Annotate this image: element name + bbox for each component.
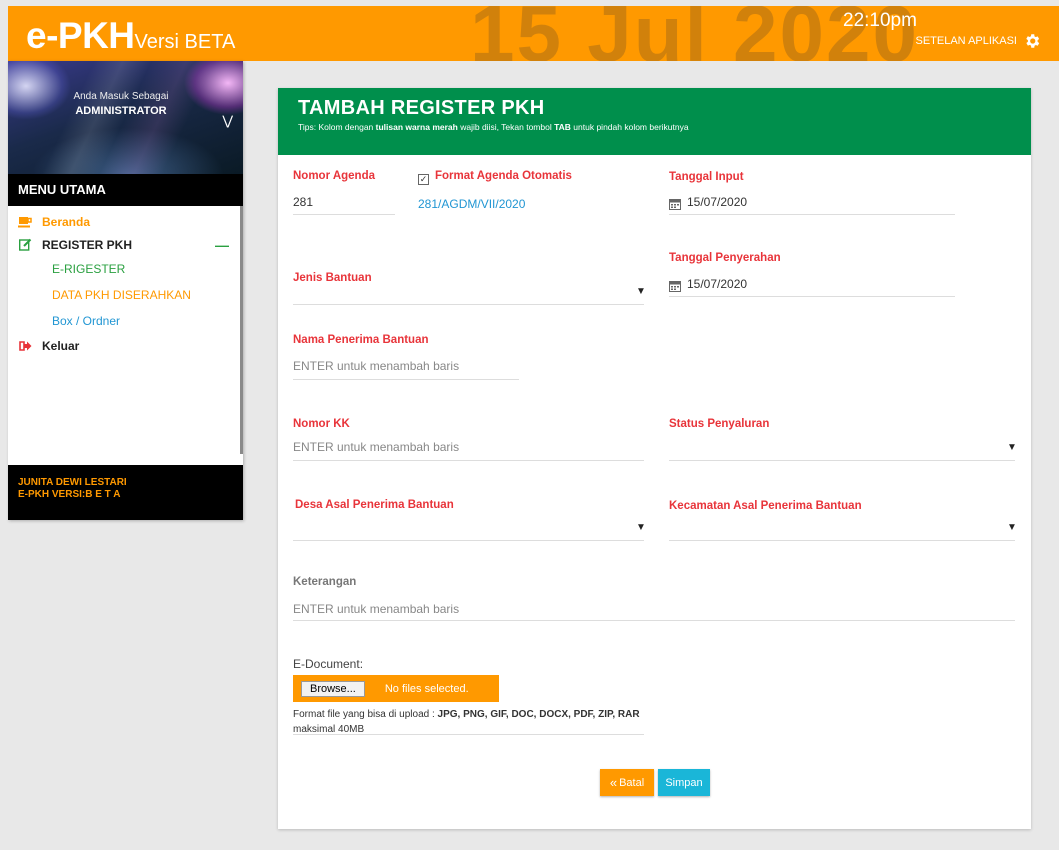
app-version: E-PKH VERSI:B E T A bbox=[18, 489, 121, 500]
format-otomatis-label: Format Agenda Otomatis bbox=[435, 170, 572, 182]
sidebar-item-beranda[interactable]: Beranda bbox=[8, 210, 243, 233]
form-title: TAMBAH REGISTER PKH bbox=[298, 97, 545, 119]
no-file-text: No files selected. bbox=[384, 682, 469, 695]
chevron-double-down-icon[interactable]: ⋁ bbox=[222, 113, 233, 129]
brand-sub: Versi BETA bbox=[134, 31, 236, 53]
nomor-kk-underline bbox=[293, 460, 644, 461]
calendar-icon bbox=[669, 281, 681, 292]
main-menu: Beranda REGISTER PKH — E-RIGESTER DATA P… bbox=[8, 206, 243, 464]
tanggal-penyerahan-underline bbox=[669, 296, 955, 297]
nomor-agenda-label: Nomor Agenda bbox=[293, 170, 375, 182]
format-text: Format file yang bisa di upload : bbox=[293, 709, 438, 720]
keterangan-input[interactable]: ENTER untuk menambah baris bbox=[293, 602, 459, 616]
tanggal-input-label: Tanggal Input bbox=[669, 171, 744, 183]
sign-out-icon bbox=[18, 339, 32, 353]
settings-button[interactable]: SETELAN APLIKASI bbox=[916, 32, 1042, 50]
tips-tab-key: TAB bbox=[554, 122, 571, 132]
nama-penerima-underline bbox=[293, 379, 519, 380]
tips-text: wajib diisi, Tekan tombol bbox=[457, 122, 555, 132]
batal-label: Batal bbox=[619, 776, 645, 789]
tanggal-penyerahan-field[interactable]: 15/07/2020 bbox=[687, 277, 747, 291]
format-otomatis-checkbox[interactable]: ✓ bbox=[418, 174, 429, 185]
settings-label: SETELAN APLIKASI bbox=[915, 35, 1018, 47]
sidebar-subitem-data-pkh-diserahkan[interactable]: DATA PKH DISERAHKAN bbox=[8, 282, 243, 308]
coffee-cup-icon bbox=[18, 215, 32, 229]
sidebar-scrollbar[interactable] bbox=[240, 206, 243, 454]
edocument-underline bbox=[293, 734, 644, 735]
tips-text: Tips: Kolom dengan bbox=[298, 122, 376, 132]
double-chevron-left-icon: « bbox=[609, 775, 618, 790]
nomor-kk-label: Nomor KK bbox=[293, 418, 350, 430]
desa-select[interactable] bbox=[293, 540, 644, 541]
top-bar: e-PKHVersi BETA 15 Jul 2020 22:10pm SETE… bbox=[8, 6, 1059, 61]
keterangan-underline bbox=[293, 620, 1015, 621]
file-upload[interactable]: Browse... No files selected. bbox=[293, 675, 499, 702]
file-format-info: Format file yang bisa di upload : JPG, P… bbox=[293, 707, 640, 737]
tips-text: untuk pindah kolom berikutnya bbox=[570, 122, 689, 132]
batal-button[interactable]: « Batal bbox=[600, 769, 654, 796]
kecamatan-label: Kecamatan Asal Penerima Bantuan bbox=[669, 500, 862, 512]
brand-main: e-PKH bbox=[26, 15, 135, 56]
tips-emphasis: tulisan warna merah bbox=[375, 122, 458, 132]
dropdown-caret-icon[interactable]: ▼ bbox=[636, 522, 646, 533]
format-otomatis-value: 281/AGDM/VII/2020 bbox=[418, 197, 526, 211]
sidebar-item-register-pkh[interactable]: REGISTER PKH — bbox=[8, 233, 243, 256]
nomor-kk-input[interactable]: ENTER untuk menambah baris bbox=[293, 440, 459, 454]
sidebar: Anda Masuk Sebagai ADMINISTRATOR ⋁ MENU … bbox=[8, 61, 243, 520]
tanggal-penyerahan-label: Tanggal Penyerahan bbox=[669, 252, 781, 264]
format-types: JPG, PNG, GIF, DOC, DOCX, PDF, ZIP, RAR bbox=[437, 709, 640, 720]
edit-icon bbox=[18, 238, 32, 252]
dropdown-caret-icon[interactable]: ▼ bbox=[1007, 522, 1017, 533]
form-tips: Tips: Kolom dengan tulisan warna merah w… bbox=[298, 122, 1011, 132]
profile-subtitle: Anda Masuk Sebagai bbox=[73, 91, 169, 102]
nama-penerima-input[interactable]: ENTER untuk menambah baris bbox=[293, 359, 459, 373]
jenis-bantuan-select[interactable] bbox=[293, 304, 644, 305]
profile-role: ADMINISTRATOR bbox=[75, 105, 167, 117]
sidebar-subitem-box-ordner[interactable]: Box / Ordner bbox=[8, 308, 243, 334]
sidebar-subitem-e-rigester[interactable]: E-RIGESTER bbox=[8, 256, 243, 282]
sidebar-item-label: Beranda bbox=[42, 214, 91, 229]
profile-banner: Anda Masuk Sebagai ADMINISTRATOR ⋁ bbox=[8, 61, 243, 174]
kecamatan-select[interactable] bbox=[669, 540, 1015, 541]
jenis-bantuan-label: Jenis Bantuan bbox=[293, 272, 372, 284]
header-clock: 22:10pm bbox=[843, 10, 917, 31]
nama-penerima-label: Nama Penerima Bantuan bbox=[293, 334, 429, 346]
nomor-agenda-underline bbox=[293, 214, 395, 215]
sidebar-item-label: Keluar bbox=[42, 338, 80, 353]
brand-logo[interactable]: e-PKHVersi BETA bbox=[26, 15, 235, 57]
collapse-icon[interactable]: — bbox=[215, 237, 229, 253]
desa-label: Desa Asal Penerima Bantuan bbox=[295, 499, 454, 511]
nomor-agenda-field[interactable]: 281 bbox=[293, 195, 313, 209]
banner-light bbox=[8, 61, 243, 174]
user-footer: JUNITA DEWI LESTARI E-PKH VERSI:B E T A bbox=[8, 465, 243, 520]
gear-icon bbox=[1026, 34, 1040, 48]
keterangan-label: Keterangan bbox=[293, 576, 357, 588]
status-penyaluran-select[interactable] bbox=[669, 460, 1015, 461]
dropdown-caret-icon[interactable]: ▼ bbox=[636, 286, 646, 297]
simpan-button[interactable]: Simpan bbox=[658, 769, 710, 796]
sidebar-item-keluar[interactable]: Keluar bbox=[8, 334, 243, 357]
tanggal-input-underline bbox=[669, 214, 955, 215]
status-penyaluran-label: Status Penyaluran bbox=[669, 418, 770, 430]
browse-button[interactable]: Browse... bbox=[301, 680, 365, 697]
tanggal-input-field[interactable]: 15/07/2020 bbox=[687, 195, 747, 209]
menu-title: MENU UTAMA bbox=[8, 174, 243, 206]
form-header: TAMBAH REGISTER PKH Tips: Kolom dengan t… bbox=[278, 88, 1031, 155]
edocument-label: E-Document: bbox=[293, 657, 364, 671]
sidebar-item-label: REGISTER PKH bbox=[42, 237, 133, 252]
dropdown-caret-icon[interactable]: ▼ bbox=[1007, 442, 1017, 453]
calendar-icon bbox=[669, 199, 681, 210]
user-name: JUNITA DEWI LESTARI bbox=[18, 477, 127, 488]
register-form-card: TAMBAH REGISTER PKH Tips: Kolom dengan t… bbox=[278, 88, 1031, 829]
